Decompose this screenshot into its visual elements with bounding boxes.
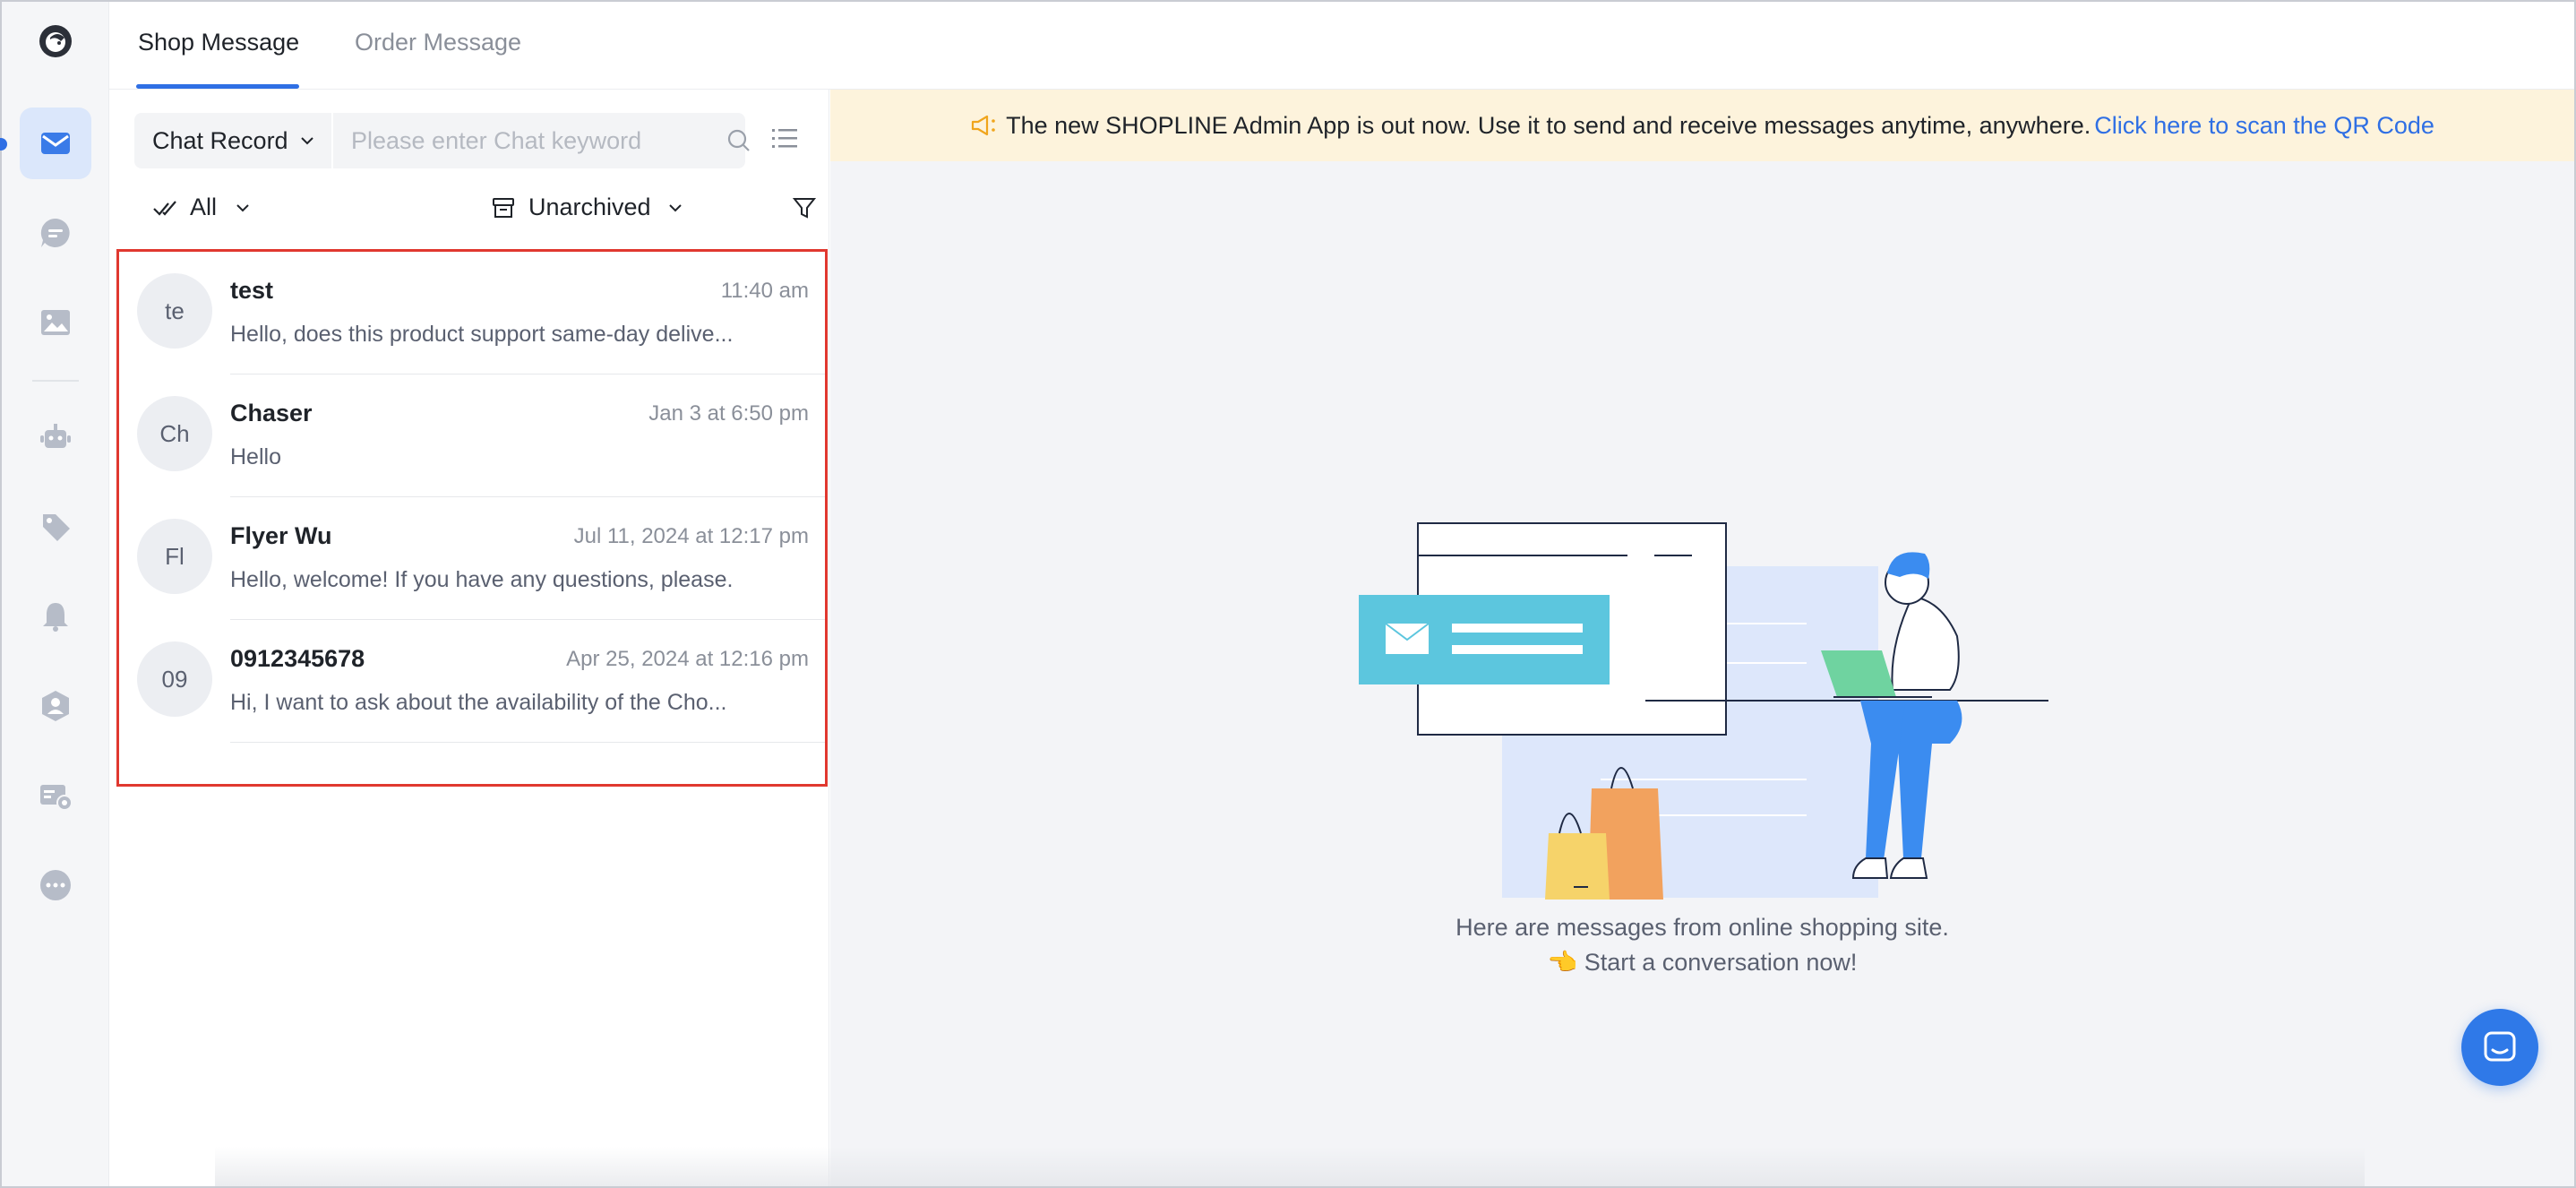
- conversation-name: Flyer Wu: [230, 522, 332, 549]
- conversation-name: Chaser: [230, 400, 313, 426]
- tab-shop-message[interactable]: Shop Message: [138, 29, 299, 56]
- chevron-down-icon: [300, 137, 313, 145]
- search-input[interactable]: [335, 113, 693, 168]
- conversation-item[interactable]: te test 11:40 am Hello, does this produc…: [119, 252, 830, 374]
- search-icon[interactable]: [726, 127, 752, 154]
- archive-filter-label: Unarchived: [528, 194, 651, 220]
- rail-item-tags[interactable]: [20, 491, 91, 563]
- card-settings-icon: [40, 785, 73, 811]
- rail-item-settings[interactable]: [20, 760, 91, 831]
- conversation-preview: Hi, I want to ask about the availability…: [230, 690, 727, 715]
- search-scope-select[interactable]: Chat Record: [134, 113, 333, 168]
- megaphone-icon: [971, 115, 995, 136]
- conversation-list-panel: Chat Record All: [109, 90, 829, 1186]
- top-tab-bar: Shop Message Order Message: [109, 2, 2574, 90]
- announcement-banner: The new SHOPLINE Admin App is out now. U…: [830, 90, 2574, 161]
- archive-box-icon: [493, 197, 514, 218]
- image-icon: [41, 310, 70, 335]
- read-filter-label: All: [190, 194, 218, 220]
- more-icon: [40, 870, 71, 900]
- rail-item-chat[interactable]: [20, 197, 91, 269]
- conversation-time: Jul 11, 2024 at 12:17 pm: [573, 524, 809, 548]
- avatar: te: [137, 273, 212, 349]
- double-check-icon: [153, 200, 176, 216]
- filter-row: All Unarchived: [134, 186, 824, 229]
- support-chat-button[interactable]: [2461, 1009, 2538, 1086]
- message-detail-panel: The new SHOPLINE Admin App is out now. U…: [830, 90, 2574, 1186]
- rail-item-more[interactable]: [20, 849, 91, 921]
- left-rail: [0, 2, 109, 1186]
- chevron-down-icon: [668, 203, 682, 211]
- tab-order-message[interactable]: Order Message: [355, 29, 521, 56]
- conversation-name: 0912345678: [230, 645, 365, 672]
- conversation-preview: Hello, welcome! If you have any question…: [230, 567, 732, 592]
- conversation-divider: [230, 742, 825, 743]
- banner-text: The new SHOPLINE Admin App is out now. U…: [1006, 111, 2091, 139]
- empty-state-illustration: [1359, 522, 2048, 900]
- rail-item-media[interactable]: [20, 287, 91, 358]
- rail-item-notifications[interactable]: [20, 581, 91, 652]
- empty-state-cta: 👈 Start a conversation now!: [1547, 949, 1858, 976]
- conversation-preview: Hello, does this product support same-da…: [230, 322, 732, 347]
- tag-icon: [43, 514, 70, 541]
- conversation-list: te test 11:40 am Hello, does this produc…: [116, 249, 828, 787]
- app-logo-icon: [39, 25, 72, 57]
- mail-icon: [41, 133, 70, 154]
- read-filter-dropdown[interactable]: All: [152, 194, 251, 221]
- conversation-preview: Hello: [230, 444, 281, 469]
- active-indicator: [0, 138, 7, 151]
- active-tab-underline: [136, 84, 299, 89]
- robot-icon: [40, 424, 71, 448]
- rail-item-bot[interactable]: [20, 401, 91, 473]
- avatar: Ch: [137, 396, 212, 471]
- user-shield-icon: [42, 691, 69, 721]
- chat-launcher-icon: [2484, 1031, 2516, 1062]
- conversation-item[interactable]: Fl Flyer Wu Jul 11, 2024 at 12:17 pm Hel…: [119, 497, 830, 620]
- conversation-time: Jan 3 at 6:50 pm: [648, 401, 809, 426]
- scan-qr-link[interactable]: Click here to scan the QR Code: [2094, 112, 2434, 140]
- bottom-shadow: [215, 1147, 2365, 1186]
- bell-icon: [43, 603, 68, 632]
- list-view-icon[interactable]: [770, 125, 799, 152]
- conversation-time: 11:40 am: [720, 279, 809, 303]
- conversation-item[interactable]: Ch Chaser Jan 3 at 6:50 pm Hello: [119, 374, 830, 497]
- avatar: 09: [137, 641, 212, 717]
- chat-bubble-icon: [40, 218, 70, 247]
- empty-state-title: Here are messages from online shopping s…: [1455, 914, 1949, 941]
- search-scope-label: Chat Record: [152, 126, 288, 154]
- avatar: Fl: [137, 519, 212, 594]
- search-bar: Chat Record: [134, 113, 750, 168]
- rail-item-shop-message[interactable]: [20, 108, 91, 179]
- conversation-name: test: [230, 277, 274, 304]
- conversation-time: Apr 25, 2024 at 12:16 pm: [566, 647, 809, 671]
- archive-filter-dropdown[interactable]: Unarchived: [491, 194, 683, 221]
- rail-item-customers[interactable]: [20, 670, 91, 742]
- filter-funnel-icon[interactable]: [792, 195, 817, 220]
- rail-divider: [32, 380, 79, 382]
- chevron-down-icon: [236, 203, 249, 211]
- conversation-item[interactable]: 09 0912345678 Apr 25, 2024 at 12:16 pm H…: [119, 620, 830, 743]
